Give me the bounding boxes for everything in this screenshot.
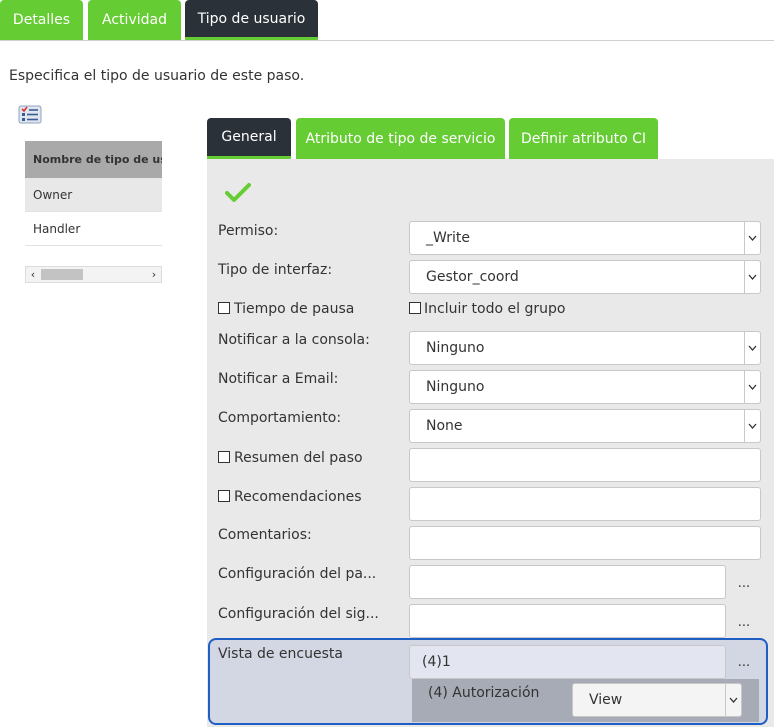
tab-general[interactable]: General — [207, 118, 291, 159]
config-paso-browse-button[interactable]: ... — [727, 566, 761, 600]
tab-actividad[interactable]: Actividad — [88, 0, 181, 40]
config-paso-label: Configuración del pa... — [218, 566, 377, 582]
consola-value: Ninguno — [426, 340, 485, 356]
horizontal-scrollbar[interactable]: ‹ › — [25, 266, 162, 283]
checkmark-icon[interactable] — [225, 182, 251, 204]
checklist-icon[interactable] — [18, 103, 42, 125]
autorizacion-value: View — [589, 692, 623, 708]
interfaz-label: Tipo de interfaz: — [218, 262, 333, 278]
comportamiento-value: None — [426, 418, 463, 434]
email-select[interactable]: Ninguno — [409, 370, 761, 404]
recomendaciones-input[interactable] — [409, 487, 761, 521]
chevron-down-icon[interactable] — [744, 222, 760, 254]
encuesta-label: Vista de encuesta — [218, 646, 343, 662]
config-paso-input[interactable] — [409, 565, 726, 599]
user-type-grid: Nombre de tipo de usuario Owner Handler — [25, 141, 162, 246]
email-label: Notificar a Email: — [218, 371, 339, 387]
encuesta-input[interactable]: (4)1 — [409, 645, 726, 679]
chevron-left-icon[interactable]: ‹ — [26, 267, 40, 282]
page-intro-text: Especifica el tipo de usuario de este pa… — [9, 68, 305, 84]
permiso-value: _Write — [426, 230, 470, 246]
comentarios-input[interactable] — [409, 526, 761, 560]
scrollbar-thumb[interactable] — [41, 269, 83, 280]
chevron-down-icon[interactable] — [744, 261, 760, 293]
chevron-down-icon[interactable] — [725, 684, 741, 716]
tab-detalles[interactable]: Detalles — [0, 0, 83, 40]
resumen-input[interactable] — [409, 448, 761, 482]
comentarios-label: Comentarios: — [218, 527, 312, 543]
config-sig-label: Configuración del sig... — [218, 606, 379, 622]
config-sig-input[interactable] — [409, 604, 726, 638]
chevron-down-icon[interactable] — [744, 332, 760, 364]
autorizacion-select[interactable]: View — [572, 683, 742, 717]
interfaz-select[interactable]: Gestor_coord — [409, 260, 761, 294]
encuesta-browse-button[interactable]: ... — [727, 645, 761, 679]
comportamiento-select[interactable]: None — [409, 409, 761, 443]
resumen-checkbox[interactable]: Resumen del paso — [218, 450, 363, 466]
interfaz-value: Gestor_coord — [426, 269, 519, 285]
resumen-label: Resumen del paso — [234, 450, 363, 466]
incluir-grupo-label: Incluir todo el grupo — [424, 301, 566, 317]
incluir-grupo-checkbox[interactable]: Incluir todo el grupo — [409, 301, 565, 317]
permiso-label: Permiso: — [218, 223, 279, 239]
comportamiento-label: Comportamiento: — [218, 410, 342, 426]
chevron-down-icon[interactable] — [744, 371, 760, 403]
tab-definir-atributo-ci[interactable]: Definir atributo CI — [509, 118, 658, 159]
chevron-down-icon[interactable] — [744, 410, 760, 442]
grid-row[interactable]: Handler — [25, 212, 162, 246]
encuesta-value: (4)1 — [422, 654, 451, 670]
recomendaciones-label: Recomendaciones — [234, 489, 362, 505]
tiempo-pausa-label: Tiempo de pausa — [234, 301, 355, 317]
permiso-select[interactable]: _Write — [409, 221, 761, 255]
grid-row[interactable]: Owner — [25, 178, 162, 212]
grid-header[interactable]: Nombre de tipo de usuario — [25, 141, 162, 178]
autorizacion-label: (4) Autorización — [428, 685, 540, 701]
checkbox[interactable] — [409, 302, 421, 314]
consola-label: Notificar a la consola: — [218, 332, 370, 348]
chevron-right-icon[interactable]: › — [147, 267, 161, 282]
checkbox[interactable] — [218, 451, 230, 463]
tiempo-pausa-checkbox[interactable]: Tiempo de pausa — [218, 301, 354, 317]
top-tab-bar: Detalles Actividad Tipo de usuario — [0, 0, 774, 41]
tab-atributo-tipo-servicio[interactable]: Atributo de tipo de servicio — [296, 118, 505, 159]
config-sig-browse-button[interactable]: ... — [727, 605, 761, 639]
checkbox[interactable] — [218, 302, 230, 314]
consola-select[interactable]: Ninguno — [409, 331, 761, 365]
checkbox[interactable] — [218, 490, 230, 502]
recomendaciones-checkbox[interactable]: Recomendaciones — [218, 489, 362, 505]
tab-tipo-de-usuario[interactable]: Tipo de usuario — [185, 0, 318, 40]
email-value: Ninguno — [426, 379, 485, 395]
